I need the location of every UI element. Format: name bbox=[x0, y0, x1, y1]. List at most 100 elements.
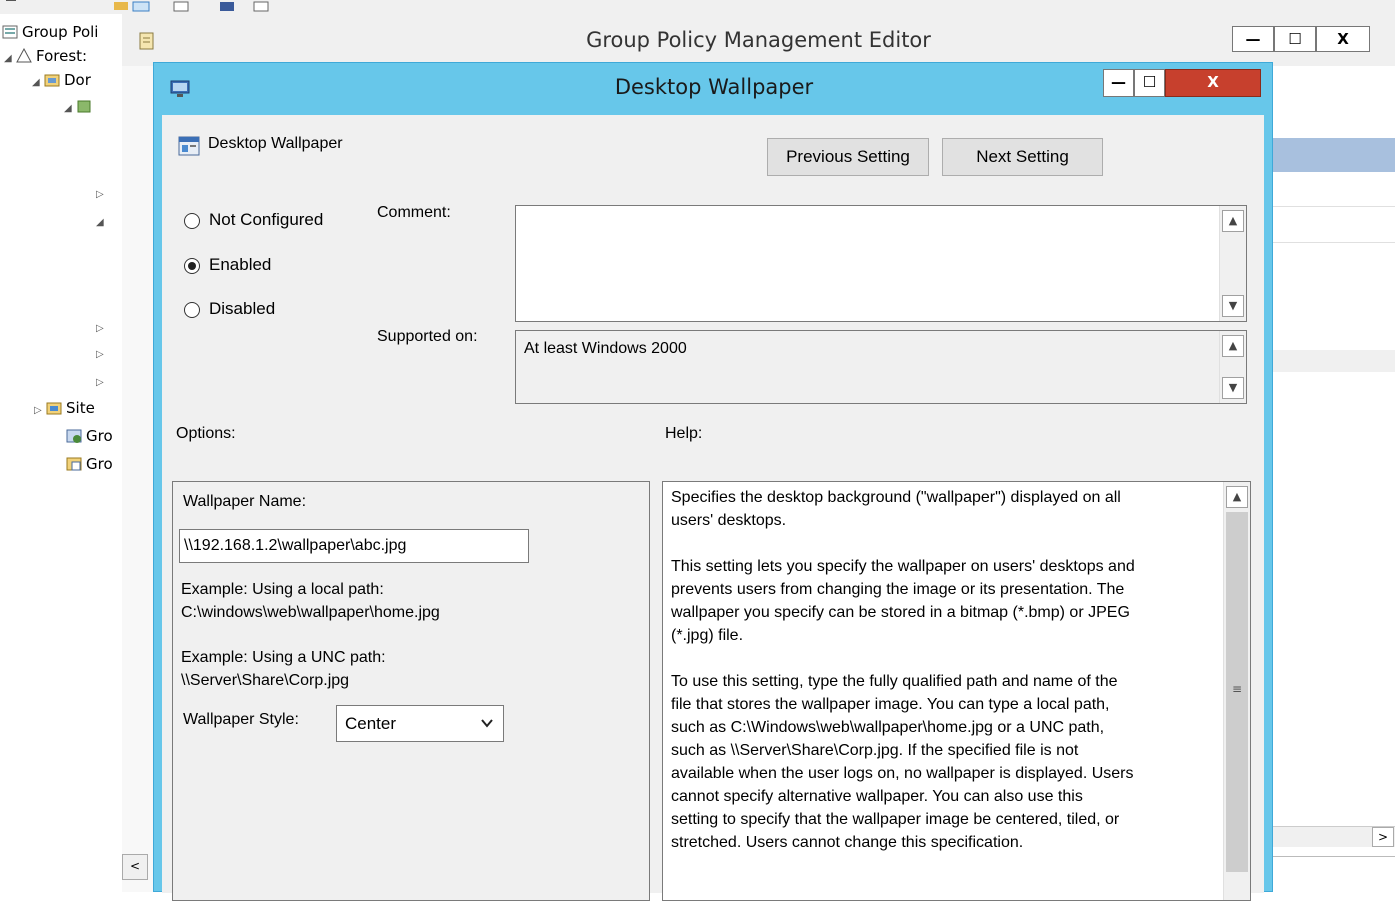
gpme-details-pane: > bbox=[1272, 66, 1395, 892]
enabled-radio[interactable] bbox=[184, 258, 200, 274]
example-unc-path: Example: Using a UNC path: \\Server\Shar… bbox=[181, 649, 386, 689]
console-tree: Group Poli ◢ Forest: ◢ Dor ◢ ▷ ◢ ▷ ▷ ▷ ▷ Si… bbox=[0, 14, 123, 892]
tree-node-collapsed[interactable]: ▷ bbox=[96, 180, 108, 204]
wallpaper-name-label: Wallpaper Name: bbox=[183, 493, 307, 510]
enabled-label[interactable]: Enabled bbox=[209, 255, 271, 275]
dialog-maximize-button[interactable]: ☐ bbox=[1134, 69, 1165, 97]
expanded-arrow-icon[interactable]: ◢ bbox=[4, 47, 16, 71]
tree-node-collapsed[interactable]: ▷ bbox=[96, 314, 108, 338]
view-icon[interactable] bbox=[132, 0, 150, 12]
tree-item-gpmc[interactable]: Group Poli bbox=[2, 20, 98, 44]
wallpaper-name-input[interactable]: \\192.168.1.2\wallpaper\abc.jpg bbox=[179, 529, 529, 563]
tree-item-label: Group Poli bbox=[22, 23, 99, 41]
details-row-selected[interactable] bbox=[1273, 350, 1395, 372]
results-icon bbox=[66, 457, 82, 471]
comment-scrollbar[interactable]: ▲ ▼ bbox=[1219, 206, 1246, 321]
expanded-arrow-icon[interactable]: ◢ bbox=[64, 97, 76, 121]
options-pane: Wallpaper Name: \\192.168.1.2\wallpaper\… bbox=[172, 481, 650, 901]
policy-setting-dialog: Desktop Wallpaper — ☐ X Desktop Wallpape… bbox=[153, 62, 1273, 901]
tree-item-forest[interactable]: ◢ Forest: bbox=[4, 44, 87, 68]
next-setting-button[interactable]: Next Setting bbox=[942, 138, 1103, 176]
chevron-down-icon[interactable] bbox=[481, 718, 493, 728]
expanded-arrow-icon[interactable]: ◢ bbox=[32, 71, 44, 95]
help-text: Specifies the desktop background ("wallp… bbox=[671, 489, 1135, 851]
tree-item-label: Gro bbox=[86, 427, 113, 445]
close-button[interactable]: X bbox=[1316, 26, 1370, 52]
divider bbox=[1273, 242, 1395, 243]
example-local-path: Example: Using a local path: C:\windows\… bbox=[181, 581, 440, 621]
supported-scrollbar[interactable]: ▲ ▼ bbox=[1219, 331, 1246, 403]
maximize-button[interactable]: ☐ bbox=[1274, 26, 1316, 52]
tree-item-label: Gro bbox=[86, 455, 113, 473]
help-scrollbar[interactable]: ▲ ≡ bbox=[1223, 482, 1250, 900]
gpme-titlebar: Group Policy Management Editor — ☐ X bbox=[122, 14, 1395, 66]
expanded-arrow-icon[interactable]: ◢ bbox=[96, 211, 108, 235]
help-label: Help: bbox=[665, 425, 703, 442]
collapsed-arrow-icon[interactable]: ▷ bbox=[34, 399, 46, 423]
tree-node-collapsed[interactable]: ▷ bbox=[96, 368, 108, 392]
tree-node-expanded[interactable]: ◢ bbox=[96, 208, 108, 232]
tree-item-label: Dor bbox=[64, 71, 91, 89]
background-toolbar bbox=[0, 0, 1395, 15]
tree-item-sites[interactable]: ▷ Site bbox=[34, 396, 95, 420]
supported-on-value: At least Windows 2000 bbox=[524, 340, 687, 357]
supported-on-box: At least Windows 2000 ▲ ▼ bbox=[515, 330, 1247, 404]
console-icon[interactable] bbox=[252, 0, 270, 12]
collapsed-arrow-icon[interactable]: ▷ bbox=[96, 183, 108, 207]
tree-item-label: Site bbox=[66, 399, 95, 417]
scroll-left-icon[interactable]: < bbox=[122, 854, 148, 880]
scroll-up-icon[interactable]: ▲ bbox=[1222, 210, 1244, 232]
disabled-label[interactable]: Disabled bbox=[209, 299, 275, 319]
back-arrow-icon[interactable] bbox=[2, 0, 20, 12]
modeling-icon bbox=[66, 429, 82, 443]
not-configured-radio[interactable] bbox=[184, 213, 200, 229]
tree-item-results[interactable]: Gro bbox=[66, 452, 113, 476]
dialog-content: Desktop Wallpaper Previous Setting Next … bbox=[162, 115, 1264, 901]
domains-icon bbox=[44, 74, 60, 87]
details-header-highlight bbox=[1273, 138, 1395, 172]
options-label: Options: bbox=[176, 425, 236, 442]
maximize-icon: ☐ bbox=[1288, 30, 1302, 48]
close-icon: X bbox=[1337, 30, 1349, 48]
grip-icon: ≡ bbox=[1231, 682, 1243, 696]
scroll-down-icon[interactable]: ▼ bbox=[1222, 377, 1244, 399]
collapsed-arrow-icon[interactable]: ▷ bbox=[96, 371, 108, 395]
gpme-title: Group Policy Management Editor bbox=[586, 28, 931, 52]
disabled-radio[interactable] bbox=[184, 302, 200, 318]
not-configured-label[interactable]: Not Configured bbox=[209, 210, 323, 230]
tree-item-modeling[interactable]: Gro bbox=[66, 424, 113, 448]
wallpaper-name-value: \\192.168.1.2\wallpaper\abc.jpg bbox=[184, 537, 407, 554]
dialog-minimize-button[interactable]: — bbox=[1103, 69, 1134, 97]
scroll-down-icon[interactable]: ▼ bbox=[1222, 295, 1244, 317]
comment-label: Comment: bbox=[377, 204, 451, 221]
properties-icon[interactable] bbox=[172, 0, 190, 12]
tree-item-domain[interactable]: ◢ bbox=[64, 94, 96, 118]
scroll-thumb[interactable]: ≡ bbox=[1226, 512, 1248, 872]
supported-on-label: Supported on: bbox=[377, 328, 478, 345]
scroll-right-icon[interactable]: > bbox=[1372, 827, 1394, 847]
collapsed-arrow-icon[interactable]: ▷ bbox=[96, 317, 108, 341]
close-icon: X bbox=[1207, 73, 1219, 91]
collapsed-arrow-icon[interactable]: ▷ bbox=[96, 343, 108, 367]
setting-name: Desktop Wallpaper bbox=[208, 135, 343, 152]
horizontal-scrollbar[interactable]: > bbox=[1273, 826, 1395, 847]
minimize-button[interactable]: — bbox=[1232, 26, 1274, 52]
minimize-icon: — bbox=[1111, 73, 1126, 91]
scroll-up-icon[interactable]: ▲ bbox=[1222, 335, 1244, 357]
dialog-close-button[interactable]: X bbox=[1165, 69, 1261, 97]
wallpaper-style-select[interactable]: Center bbox=[336, 705, 504, 742]
wallpaper-style-value: Center bbox=[345, 714, 397, 733]
comment-textarea[interactable]: ▲ ▼ bbox=[515, 205, 1247, 322]
domain-icon bbox=[77, 100, 91, 113]
gpmc-icon bbox=[2, 25, 18, 39]
wallpaper-style-label: Wallpaper Style: bbox=[183, 711, 299, 728]
folder-icon[interactable] bbox=[112, 0, 130, 12]
scroll-up-icon[interactable]: ▲ bbox=[1226, 486, 1248, 508]
sites-icon bbox=[46, 402, 62, 415]
divider bbox=[1273, 206, 1395, 207]
tree-node-collapsed[interactable]: ▷ bbox=[96, 340, 108, 364]
gpme-tree-pane bbox=[122, 66, 154, 892]
help-icon[interactable] bbox=[218, 0, 236, 12]
tree-item-domains[interactable]: ◢ Dor bbox=[32, 68, 91, 92]
previous-setting-button[interactable]: Previous Setting bbox=[767, 138, 929, 176]
